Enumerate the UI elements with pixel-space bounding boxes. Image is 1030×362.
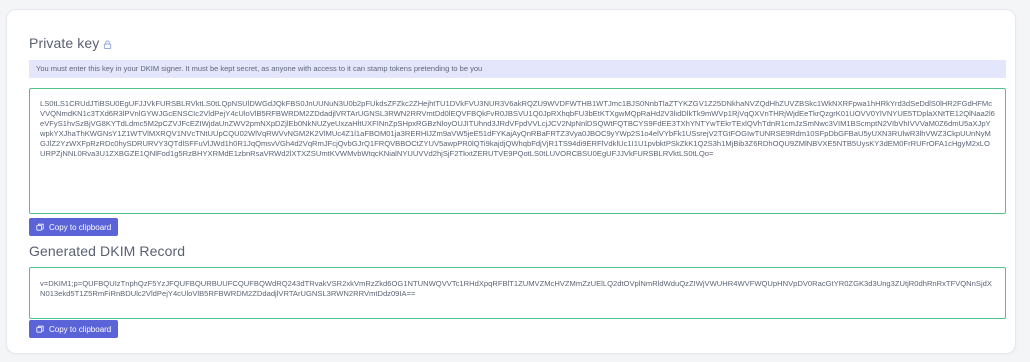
copy-icon (36, 223, 44, 231)
lock-icon (104, 39, 112, 49)
private-key-heading: Private key (29, 35, 112, 51)
private-key-field[interactable]: LS0tLS1CRUdJTiBSU0EgUFJJVkFURSBLRVktLS0t… (29, 88, 1006, 214)
dkim-card: Private key You must enter this key in y… (6, 9, 1016, 354)
private-key-title: Private key (29, 35, 100, 51)
copy-icon (36, 325, 44, 333)
dkim-record-heading: Generated DKIM Record (29, 243, 185, 259)
copy-dkim-record-label: Copy to clipboard (49, 324, 112, 334)
dkim-record-field[interactable]: v=DKIM1;p=QUFBQUIzTnphQzF5YzJFQUFBQURBUU… (29, 267, 1006, 319)
dkim-record-title: Generated DKIM Record (29, 243, 186, 259)
private-key-notice: You must enter this key in your DKIM sig… (29, 60, 1006, 78)
copy-private-key-button[interactable]: Copy to clipboard (29, 218, 119, 236)
copy-private-key-label: Copy to clipboard (49, 222, 112, 232)
copy-dkim-record-button[interactable]: Copy to clipboard (29, 320, 119, 338)
